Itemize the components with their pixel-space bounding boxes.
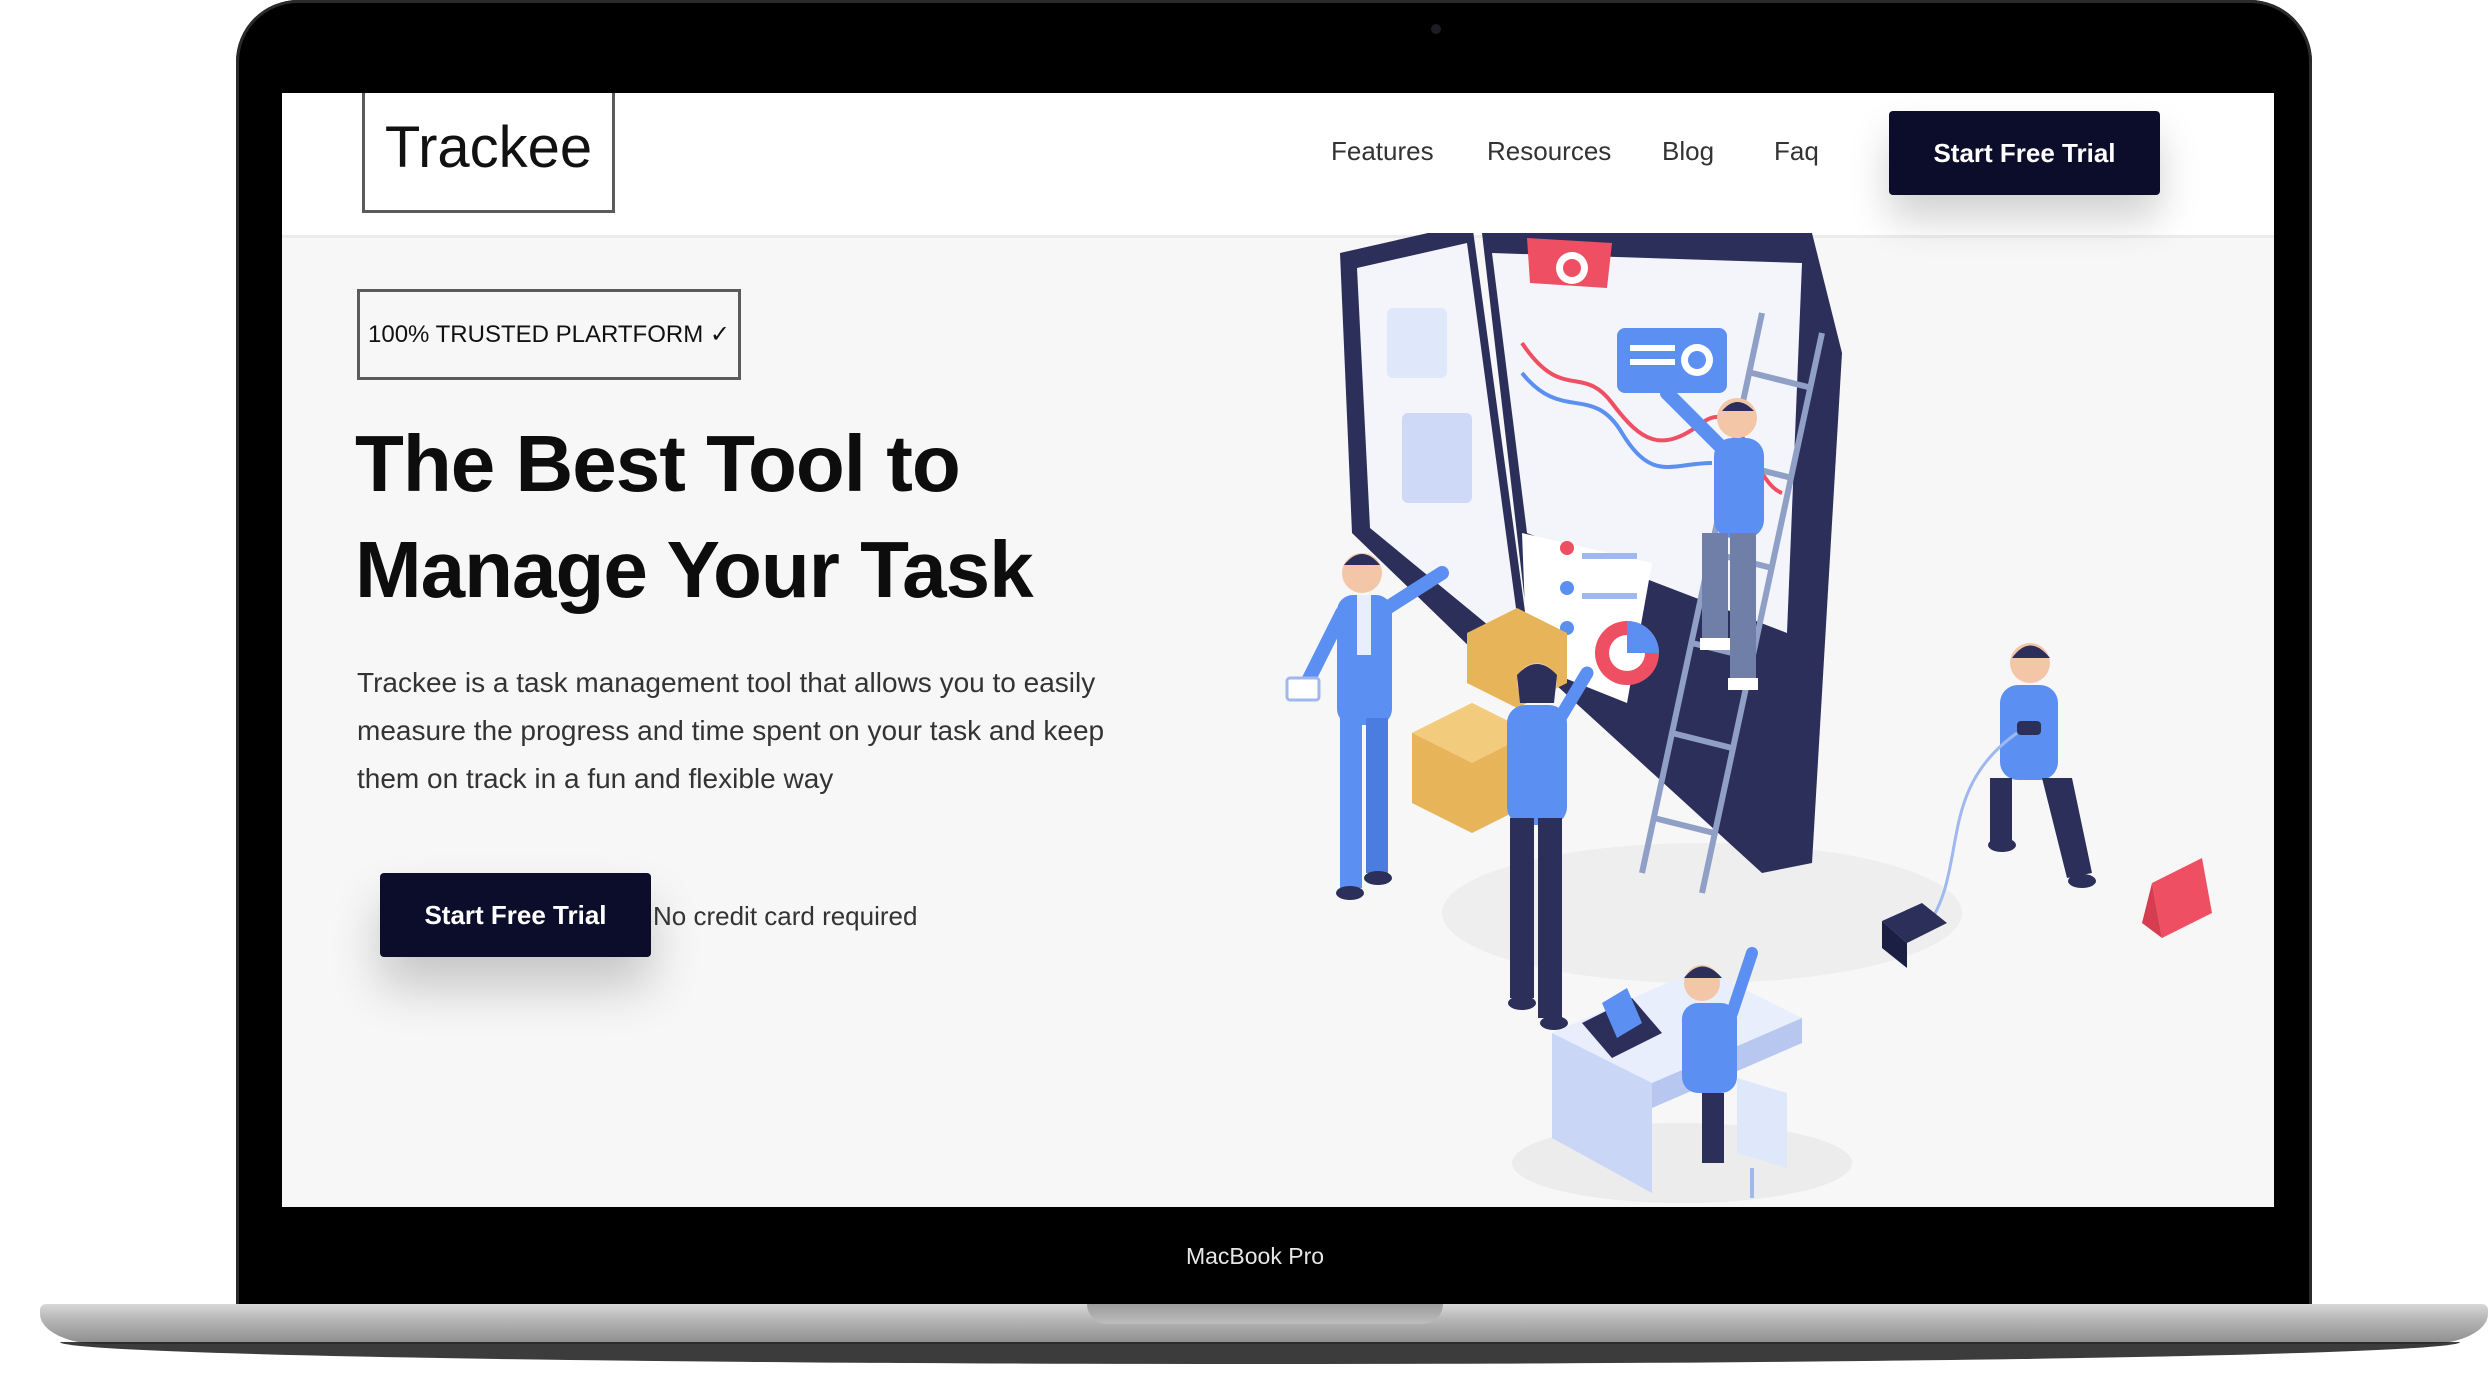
nav-link-features[interactable]: Features — [1331, 136, 1434, 167]
camera-icon — [1431, 24, 1441, 34]
device-model-label: MacBook Pro — [1185, 1243, 1325, 1269]
toolbox — [1882, 858, 2212, 968]
trusted-platform-badge: 100% TRUSTED PLARTFORM ✓ — [357, 289, 741, 380]
logo-text: Trackee — [384, 115, 593, 180]
man-with-controller — [1920, 643, 2096, 934]
nav-link-faq[interactable]: Faq — [1774, 136, 1819, 167]
man-pointing — [1285, 553, 1449, 900]
hero-start-free-trial-button[interactable]: Start Free Trial — [380, 873, 651, 957]
hero-description: Trackee is a task management tool that a… — [357, 667, 1105, 794]
no-credit-card-note: No credit card required — [653, 901, 918, 931]
header-start-free-trial-button[interactable]: Start Free Trial — [1889, 111, 2160, 195]
hero-title-line-2: Manage Your Task — [355, 525, 1034, 614]
laptop-notch — [1087, 1304, 1443, 1324]
nav-link-resources[interactable]: Resources — [1487, 136, 1611, 167]
hero-title-line-1: The Best Tool to — [355, 419, 961, 508]
team-dashboard-illustration — [1285, 233, 2212, 1203]
hero-title: The Best Tool to Manage Your Task — [355, 411, 1255, 623]
woman-with-documents — [1507, 663, 1594, 1030]
website-screen: Trackee Features Resources Blog Faq Star… — [282, 93, 2274, 1207]
nav-link-blog[interactable]: Blog — [1662, 136, 1714, 167]
site-header: Trackee Features Resources Blog Faq Star… — [282, 93, 2274, 238]
laptop-shadow — [60, 1342, 2460, 1364]
logo[interactable]: Trackee — [362, 93, 615, 213]
